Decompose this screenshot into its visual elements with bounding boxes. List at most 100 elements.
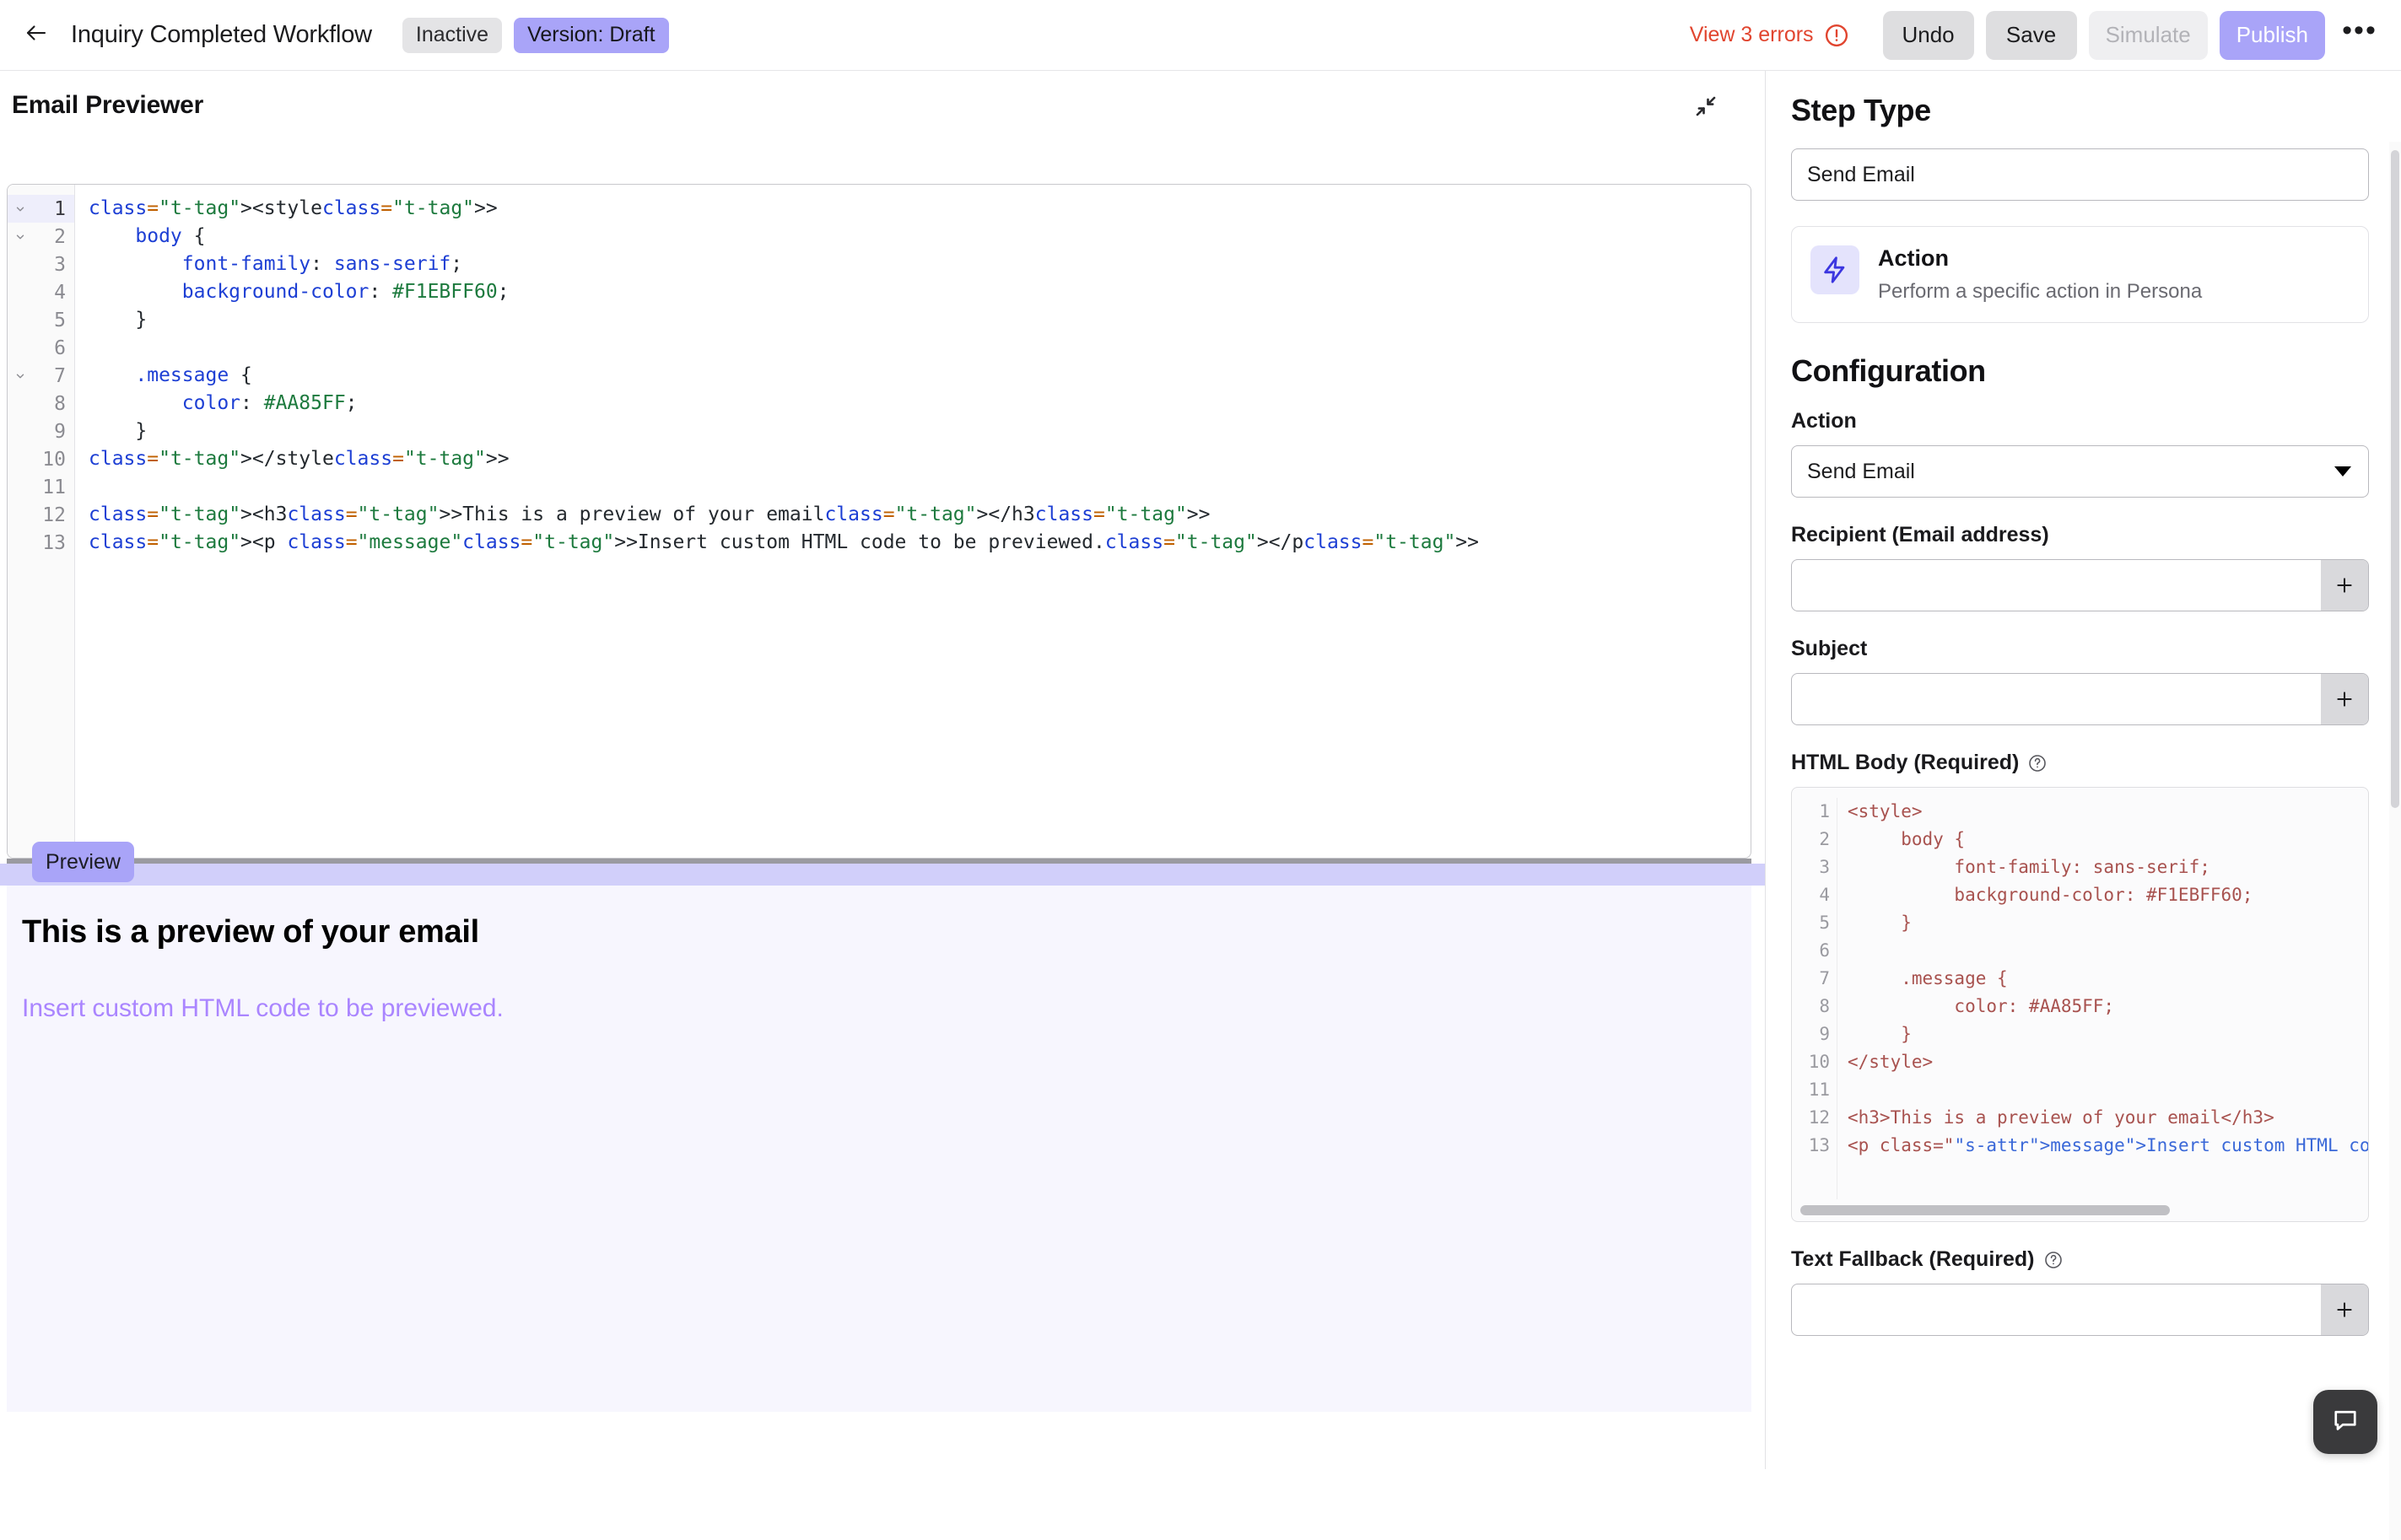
gutter-line-number: 4 (54, 281, 66, 304)
html-body-hscrollbar-thumb[interactable] (1800, 1205, 2170, 1215)
plus-icon (2334, 574, 2355, 596)
undo-button[interactable]: Undo (1882, 10, 1974, 60)
chat-bubble-icon (2330, 1405, 2361, 1440)
text-fallback-add-button[interactable] (2321, 1284, 2368, 1335)
code-line: class="t-tag"><styleclass="t-tag">> (89, 197, 498, 219)
action-card-text: Action Perform a specific action in Pers… (1878, 245, 2202, 304)
plus-icon (2334, 688, 2355, 710)
subject-add-button[interactable] (2321, 674, 2368, 724)
code-line: background-color: #F1EBFF60; (1848, 885, 2253, 905)
code-line: body { (1848, 829, 1966, 849)
gutter-line-number: 10 (1808, 1052, 1830, 1072)
action-label-text: Action (1791, 409, 1857, 433)
gutter-line-number: 1 (8, 195, 74, 223)
collapse-panel-button[interactable] (1686, 88, 1726, 128)
fold-chevron-icon[interactable] (13, 369, 28, 384)
code-line: class="t-tag"><p class="message"class="t… (89, 531, 1479, 553)
html-body-hscrollbar[interactable] (1792, 1199, 2368, 1221)
gutter-line-number: 10 (42, 448, 66, 471)
email-previewer-panel: Email Previewer 1 2 3 4 5 6 7 8 9 10 11 12 13 class=… (0, 71, 1765, 1469)
action-select[interactable]: Send Email (1791, 445, 2369, 498)
code-line: </style> (1848, 1052, 1934, 1072)
question-circle-icon[interactable] (2043, 1250, 2064, 1270)
fold-chevron-icon[interactable] (13, 202, 28, 217)
recipient-field-label: Recipient (Email address) (1791, 523, 2369, 547)
gutter-line-number: 6 (1819, 940, 1830, 961)
recipient-label-text: Recipient (Email address) (1791, 523, 2049, 547)
gutter-line-number: 5 (54, 309, 66, 331)
chevron-down-icon (2334, 466, 2351, 477)
preview-heading: This is a preview of your email (22, 914, 479, 950)
gutter-line-number: 6 (54, 337, 66, 359)
gutter-line-number: 9 (54, 420, 66, 443)
gutter-line-number: 3 (54, 253, 66, 276)
subject-input[interactable] (1792, 674, 2321, 724)
version-badge[interactable]: Version: Draft (514, 17, 669, 53)
code-line: } (89, 309, 148, 331)
subject-input-group (1791, 673, 2369, 725)
page-title: Inquiry Completed Workflow (71, 21, 372, 48)
code-line: color: #AA85FF; (1848, 996, 2115, 1016)
top-toolbar: Inquiry Completed Workflow Inactive Vers… (0, 0, 2401, 71)
save-button[interactable]: Save (1985, 10, 2077, 60)
recipient-add-button[interactable] (2321, 560, 2368, 611)
preview-badge[interactable]: Preview (32, 842, 134, 882)
html-body-editor-inner: 1 2 3 4 5 6 7 8 9 10 11 12 13 <style> body { font-fa… (1792, 788, 2368, 1199)
previewer-header: Email Previewer (0, 71, 1765, 138)
code-line: } (1848, 1024, 1912, 1044)
chat-support-button[interactable] (2313, 1390, 2377, 1454)
html-body-code-editor[interactable]: 1 2 3 4 5 6 7 8 9 10 11 12 13 <style> body { font-fa… (1791, 787, 2369, 1222)
code-line: <h3>This is a preview of your email</h3> (1848, 1107, 2274, 1128)
gutter-line-number: 1 (1819, 801, 1830, 821)
page-scrollbar-thumb[interactable] (2391, 150, 2399, 808)
editor-code-area[interactable]: class="t-tag"><styleclass="t-tag">> body… (75, 185, 1751, 858)
step-type-title: Step Type (1791, 93, 1931, 127)
recipient-input[interactable] (1792, 560, 2321, 611)
code-line: color: #AA85FF; (181, 392, 358, 414)
view-errors-link[interactable]: View 3 errors (1690, 23, 1849, 48)
gutter-line-number: 11 (1808, 1080, 1830, 1100)
subject-label-text: Subject (1791, 637, 1868, 660)
overflow-menu-button[interactable]: ••• (2340, 16, 2379, 55)
action-type-card[interactable]: Action Perform a specific action in Pers… (1791, 226, 2369, 323)
gutter-line-number: 13 (42, 531, 66, 554)
email-preview-render: This is a preview of your email Insert c… (7, 886, 1751, 1412)
step-type-value-field[interactable]: Send Email (1791, 148, 2369, 201)
code-line: .message { (135, 364, 252, 386)
gutter-line-number: 8 (54, 392, 66, 415)
previewer-title: Email Previewer (12, 91, 204, 119)
view-errors-label: View 3 errors (1689, 23, 1814, 46)
text-fallback-input[interactable] (1792, 1284, 2321, 1335)
back-button[interactable] (15, 14, 57, 57)
code-line: class="t-tag"><h3class="t-tag">>This is … (89, 503, 1211, 525)
code-line: } (1848, 913, 1912, 933)
code-line: <style> (1848, 801, 1923, 821)
gutter-line-number: 7 (1819, 968, 1830, 988)
gutter-line-number: 2 (1819, 829, 1830, 849)
gutter-line-number: 9 (1819, 1024, 1830, 1044)
question-circle-icon[interactable] (2027, 753, 2048, 773)
publish-button[interactable]: Publish (2219, 10, 2325, 60)
code-line: <p class=""s-attr">message">Insert custo… (1848, 1135, 2368, 1155)
gutter-line-number: 7 (8, 362, 74, 390)
code-line: font-family: sans-serif; (1848, 857, 2210, 877)
collapse-arrows-icon (1693, 94, 1718, 123)
status-badge: Inactive (402, 17, 503, 53)
page-scrollbar[interactable] (2389, 142, 2401, 1540)
step-config-sidebar: Step Type Send Email Action Perform a sp… (1765, 71, 2401, 1469)
fold-chevron-icon[interactable] (13, 229, 28, 245)
text-fallback-field-label: Text Fallback (Required) (1791, 1247, 2369, 1272)
gutter-line-number: 13 (1808, 1135, 1830, 1155)
toolbar-actions: View 3 errors Undo Save Simulate Publish… (1690, 10, 2379, 60)
gutter-line-number: 3 (1819, 857, 1830, 877)
html-body-code-area[interactable]: <style> body { font-family: sans-serif; … (1837, 798, 2368, 1199)
action-card-title: Action (1878, 245, 1949, 271)
gutter-line-number: 12 (1808, 1107, 1830, 1128)
editor-gutter: 1 2 3 4 5 6 7 8 9 10 11 12 13 (8, 185, 75, 858)
recipient-input-group (1791, 559, 2369, 611)
arrow-left-icon (24, 20, 49, 50)
action-field-label: Action (1791, 409, 2369, 433)
html-code-editor[interactable]: 1 2 3 4 5 6 7 8 9 10 11 12 13 class="t-tag"><stylecl… (7, 184, 1751, 859)
